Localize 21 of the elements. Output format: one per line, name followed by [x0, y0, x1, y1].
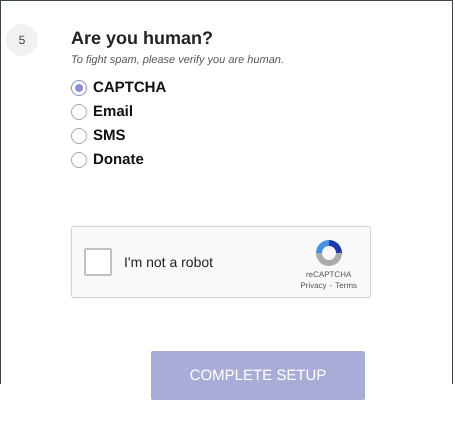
- radio-button[interactable]: [71, 104, 87, 120]
- robot-label: I'm not a robot: [124, 254, 214, 270]
- radio-option[interactable]: SMS: [71, 126, 371, 145]
- radio-button[interactable]: [71, 80, 87, 96]
- radio-option[interactable]: CAPTCHA: [71, 78, 371, 97]
- step-title: Are you human?: [71, 28, 214, 49]
- radio-button[interactable]: [71, 128, 87, 144]
- option-label: Email: [93, 103, 134, 120]
- radio-option[interactable]: Email: [71, 102, 371, 121]
- link-separator: -: [330, 280, 332, 290]
- privacy-link[interactable]: Privacy: [300, 280, 327, 290]
- option-label: SMS: [93, 127, 126, 144]
- option-label: Donate: [93, 151, 144, 168]
- robot-checkbox[interactable]: [84, 248, 112, 276]
- radio-button[interactable]: [71, 152, 87, 168]
- radio-option[interactable]: Donate: [71, 150, 371, 169]
- recaptcha-brand: reCAPTCHA: [306, 270, 352, 278]
- step-number: 5: [6, 24, 38, 56]
- terms-link[interactable]: Terms: [335, 280, 357, 290]
- step-subtitle: To fight spam, please verify you are human.: [71, 54, 285, 66]
- option-label: CAPTCHA: [93, 79, 166, 96]
